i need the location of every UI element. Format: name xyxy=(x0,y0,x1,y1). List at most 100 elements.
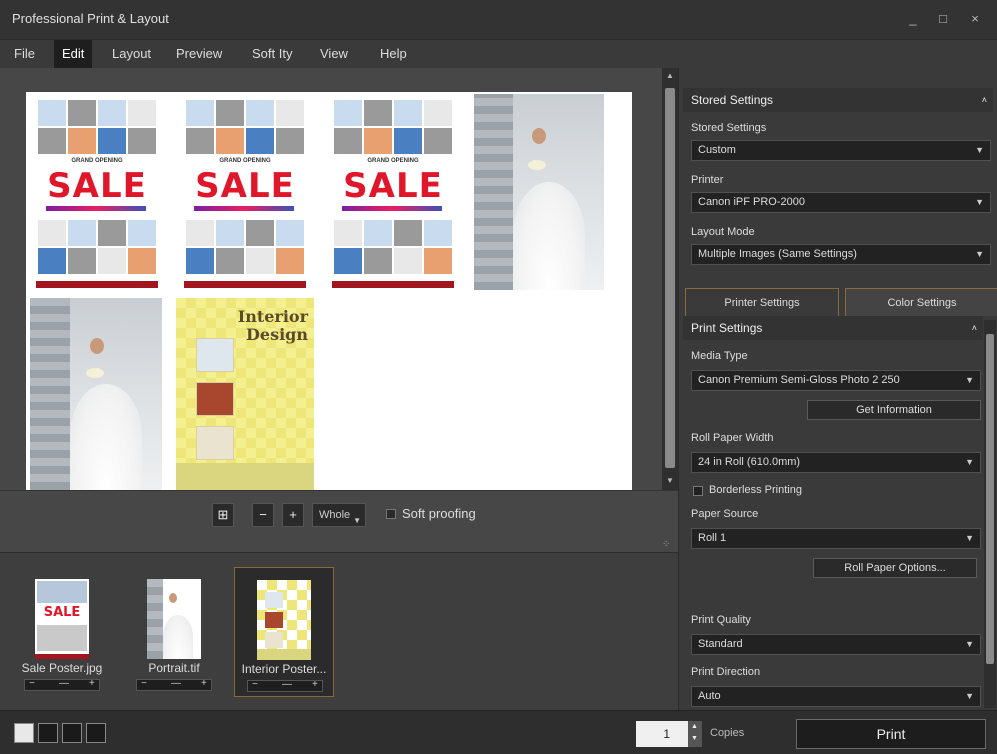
sale-header-text: GRAND OPENING xyxy=(71,158,123,164)
stored-settings-header[interactable]: Stored Settings ˄ xyxy=(683,88,993,112)
borderless-printing-checkbox[interactable] xyxy=(693,486,703,496)
settings-panel: Stored Settings ˄ Stored Settings Custom… xyxy=(678,68,997,710)
minimize-button[interactable]: _ xyxy=(900,8,926,30)
filmstrip-item-name: Sale Poster.jpg xyxy=(21,661,103,675)
menu-view[interactable]: View xyxy=(312,40,356,68)
zoom-in-icon[interactable]: + xyxy=(282,503,304,527)
roll-paper-options-button[interactable]: Roll Paper Options... xyxy=(813,558,977,578)
print-page[interactable]: GRAND OPENING SALE GRAND OPENING SALE GR… xyxy=(26,92,632,490)
splitter-grip-icon[interactable]: ⁘ xyxy=(662,539,670,550)
collapse-icon[interactable]: ˄ xyxy=(972,316,977,340)
interior-title-line2: Design xyxy=(246,325,308,344)
chevron-down-icon: ▼ xyxy=(353,516,361,525)
media-type-label: Media Type xyxy=(691,350,748,362)
printer-select[interactable]: Canon iPF PRO-2000 ▼ xyxy=(691,192,991,213)
copies-label: Copies xyxy=(710,727,745,739)
settings-scrollbar[interactable] xyxy=(984,320,996,708)
menu-preview[interactable]: Preview xyxy=(168,40,230,68)
chevron-up-icon[interactable]: ▲ xyxy=(691,723,698,730)
copies-stepper[interactable]: − — + xyxy=(136,678,212,691)
menu-help[interactable]: Help xyxy=(372,40,415,68)
grid-layout-icon[interactable] xyxy=(62,723,82,743)
filmstrip-item-name: Interior Poster... xyxy=(241,662,327,676)
paper-source-select[interactable]: Roll 1 ▼ xyxy=(691,528,981,549)
layout-mode-label: Layout Mode xyxy=(691,226,755,238)
close-button[interactable]: × xyxy=(962,8,988,30)
filmstrip-item-name: Portrait.tif xyxy=(148,661,200,675)
filmstrip-sale-text: SALE xyxy=(43,605,81,620)
sale-title-text: SALE xyxy=(47,166,147,206)
image-filmstrip: SALE Sale Poster.jpg − — + Portrait.tif … xyxy=(0,552,678,710)
print-button[interactable]: Print xyxy=(796,719,986,749)
scrollbar-thumb[interactable] xyxy=(986,334,994,664)
zoom-toolbar: ⊞ − + Whole ▼ Soft proofing ⁘ xyxy=(0,490,678,552)
menu-softity[interactable]: Soft Ity xyxy=(244,40,300,68)
collapse-icon[interactable]: ˄ xyxy=(982,88,987,112)
scrollbar-thumb[interactable] xyxy=(665,88,675,468)
bride-photo-image[interactable] xyxy=(474,94,604,290)
menu-edit[interactable]: Edit xyxy=(54,40,93,68)
multi-layout-icon[interactable] xyxy=(38,723,58,743)
interior-title-line1: Interior xyxy=(237,307,308,326)
zoom-out-icon[interactable]: − xyxy=(252,503,274,527)
print-direction-label: Print Direction xyxy=(691,666,761,678)
layout-mode-select[interactable]: Multiple Images (Same Settings) ▼ xyxy=(691,244,991,265)
preview-canvas[interactable]: GRAND OPENING SALE GRAND OPENING SALE GR… xyxy=(0,68,678,490)
sale-title-text: SALE xyxy=(195,166,295,206)
menu-layout[interactable]: Layout xyxy=(104,40,159,68)
sale-header-text: GRAND OPENING xyxy=(367,158,419,164)
roll-paper-width-label: Roll Paper Width xyxy=(691,432,774,444)
canvas-vertical-scrollbar[interactable]: ▲ ▼ xyxy=(662,68,678,490)
print-direction-select[interactable]: Auto ▼ xyxy=(691,686,981,707)
print-settings-header[interactable]: Print Settings ˄ xyxy=(683,316,983,340)
soft-proofing-checkbox[interactable] xyxy=(386,509,396,519)
menu-file[interactable]: File xyxy=(6,40,43,68)
printer-label: Printer xyxy=(691,174,724,186)
chevron-down-icon[interactable]: ▼ xyxy=(691,735,698,742)
fit-page-icon[interactable]: ⊞ xyxy=(212,503,234,527)
soft-proofing-label: Soft proofing xyxy=(402,506,476,521)
chevron-down-icon: ▼ xyxy=(965,533,974,543)
roll-paper-width-select[interactable]: 24 in Roll (610.0mm) ▼ xyxy=(691,452,981,473)
copies-stepper[interactable]: − — + xyxy=(24,678,100,691)
tab-color-settings[interactable]: Color Settings xyxy=(845,288,997,316)
stored-settings-select[interactable]: Custom ▼ xyxy=(691,140,991,161)
sale-header-text: GRAND OPENING xyxy=(219,158,271,164)
tab-printer-settings[interactable]: Printer Settings xyxy=(685,288,839,316)
chevron-down-icon: ▼ xyxy=(965,639,974,649)
sale-poster-image[interactable]: GRAND OPENING SALE xyxy=(332,98,454,288)
interior-design-poster-image[interactable]: Interior Design xyxy=(176,298,314,490)
print-quality-select[interactable]: Standard ▼ xyxy=(691,634,981,655)
chevron-down-icon: ▼ xyxy=(965,375,974,385)
media-type-select[interactable]: Canon Premium Semi-Gloss Photo 2 250 ▼ xyxy=(691,370,981,391)
paper-source-label: Paper Source xyxy=(691,508,759,520)
bride-photo-image[interactable] xyxy=(30,298,162,490)
chevron-down-icon: ▼ xyxy=(975,197,984,207)
filmstrip-item[interactable]: SALE Sale Poster.jpg − — + xyxy=(12,567,112,697)
filmstrip-item-selected[interactable]: Interior Poster... − — + xyxy=(234,567,334,697)
get-information-button[interactable]: Get Information xyxy=(807,400,981,420)
sale-title-text: SALE xyxy=(343,166,443,206)
stored-settings-label: Stored Settings xyxy=(691,122,767,134)
copies-input[interactable]: 1 xyxy=(636,721,688,747)
print-quality-label: Print Quality xyxy=(691,614,751,626)
chevron-down-icon: ▼ xyxy=(975,145,984,155)
column-layout-icon[interactable] xyxy=(86,723,106,743)
zoom-level-value: Whole xyxy=(319,509,351,521)
window-title: Professional Print & Layout xyxy=(12,11,169,26)
filmstrip-item[interactable]: Portrait.tif − — + xyxy=(124,567,224,697)
chevron-down-icon: ▼ xyxy=(965,457,974,467)
title-bar: Professional Print & Layout _ □ × xyxy=(0,0,997,40)
copies-stepper[interactable]: − — + xyxy=(247,679,323,692)
chevron-down-icon: ▼ xyxy=(965,691,974,701)
copies-spinner[interactable]: ▲ ▼ xyxy=(688,721,702,747)
maximize-button[interactable]: □ xyxy=(930,8,956,30)
borderless-printing-label: Borderless Printing xyxy=(709,484,802,496)
zoom-level-select[interactable]: Whole ▼ xyxy=(312,503,366,527)
menu-bar: File Edit Layout Preview Soft Ity View H… xyxy=(0,40,997,68)
chevron-down-icon: ▼ xyxy=(975,249,984,259)
sale-poster-image[interactable]: GRAND OPENING SALE xyxy=(36,98,158,288)
sale-poster-image[interactable]: GRAND OPENING SALE xyxy=(184,98,306,288)
single-layout-icon[interactable] xyxy=(14,723,34,743)
status-bar: 1 ▲ ▼ Copies Print xyxy=(0,710,997,754)
